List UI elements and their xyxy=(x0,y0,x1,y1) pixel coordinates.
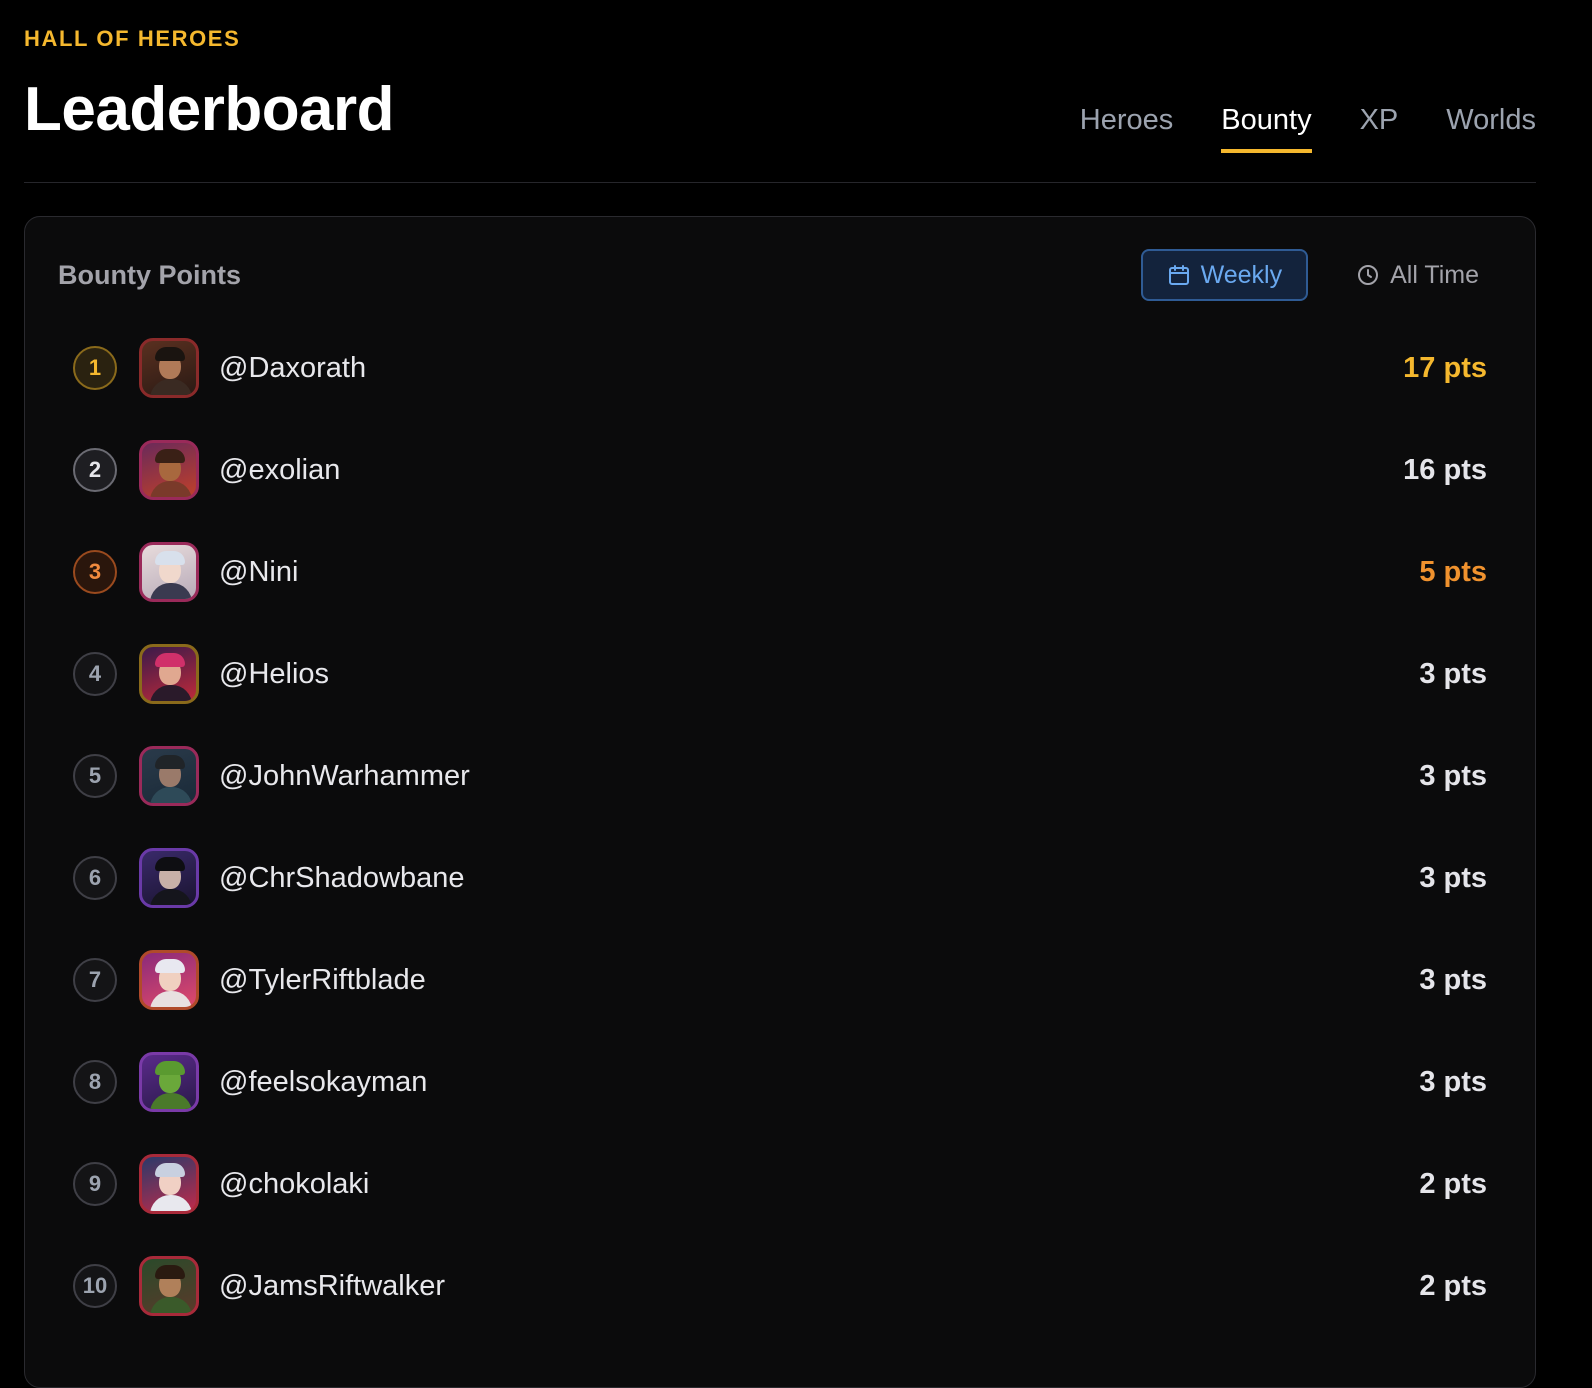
points-value: 3 pts xyxy=(1419,861,1487,894)
avatar[interactable] xyxy=(139,644,199,704)
avatar[interactable] xyxy=(139,1052,199,1112)
avatar[interactable] xyxy=(139,440,199,500)
username[interactable]: @Nini xyxy=(219,556,298,589)
eyebrow-label: HALL OF HEROES xyxy=(24,26,241,51)
points-value: 5 pts xyxy=(1419,555,1487,588)
leaderboard-row[interactable]: 3 @Nini 5 pts xyxy=(73,537,1487,607)
page-title: Leaderboard xyxy=(24,75,395,144)
rank-badge: 5 xyxy=(73,754,117,798)
username[interactable]: @Helios xyxy=(219,658,329,691)
leaderboard-row[interactable]: 2 @exolian 16 pts xyxy=(73,435,1487,505)
tab-heroes[interactable]: Heroes xyxy=(1080,104,1174,153)
rank-badge: 2 xyxy=(73,448,117,492)
tab-xp[interactable]: XP xyxy=(1360,104,1399,153)
leaderboard-row[interactable]: 8 @feelsokayman 3 pts xyxy=(73,1047,1487,1117)
leaderboard-row[interactable]: 4 @Helios 3 pts xyxy=(73,639,1487,709)
all-time-label: All Time xyxy=(1390,260,1479,289)
period-toggle: Weekly All Time xyxy=(1140,249,1505,301)
rank-badge: 1 xyxy=(73,346,117,390)
panel-title: Bounty Points xyxy=(58,260,241,290)
avatar[interactable] xyxy=(139,746,199,806)
avatar[interactable] xyxy=(139,848,199,908)
rank-badge: 6 xyxy=(73,856,117,900)
bounty-panel: Bounty Points Weekly All Time 1 @Daxorat… xyxy=(24,216,1536,1388)
avatar[interactable] xyxy=(139,338,199,398)
tab-worlds[interactable]: Worlds xyxy=(1446,104,1536,153)
tab-bounty[interactable]: Bounty xyxy=(1221,104,1312,153)
username[interactable]: @chokolaki xyxy=(219,1168,369,1201)
avatar[interactable] xyxy=(139,950,199,1010)
avatar[interactable] xyxy=(139,1154,199,1214)
username[interactable]: @ChrShadowbane xyxy=(219,862,464,895)
points-value: 2 pts xyxy=(1419,1269,1487,1302)
header-divider xyxy=(24,182,1536,183)
leaderboard-row[interactable]: 6 @ChrShadowbane 3 pts xyxy=(73,843,1487,913)
leaderboard-tabs: Heroes Bounty XP Worlds xyxy=(1080,104,1536,153)
username[interactable]: @TylerRiftblade xyxy=(219,964,426,997)
points-value: 3 pts xyxy=(1419,963,1487,996)
avatar[interactable] xyxy=(139,1256,199,1316)
points-value: 3 pts xyxy=(1419,1065,1487,1098)
leaderboard-row[interactable]: 9 @chokolaki 2 pts xyxy=(73,1149,1487,1219)
rank-badge: 10 xyxy=(73,1264,117,1308)
leaderboard-row[interactable]: 1 @Daxorath 17 pts xyxy=(73,333,1487,403)
clock-icon xyxy=(1358,265,1379,285)
all-time-button[interactable]: All Time xyxy=(1330,249,1505,301)
username[interactable]: @feelsokayman xyxy=(219,1066,427,1099)
username[interactable]: @exolian xyxy=(219,454,340,487)
username[interactable]: @JohnWarhammer xyxy=(219,760,470,793)
rank-badge: 8 xyxy=(73,1060,117,1104)
weekly-label: Weekly xyxy=(1200,260,1283,289)
rank-badge: 4 xyxy=(73,652,117,696)
weekly-button[interactable]: Weekly xyxy=(1140,249,1309,301)
points-value: 16 pts xyxy=(1403,453,1487,486)
username[interactable]: @Daxorath xyxy=(219,352,366,385)
rank-badge: 9 xyxy=(73,1162,117,1206)
points-value: 2 pts xyxy=(1419,1167,1487,1200)
rank-badge: 7 xyxy=(73,958,117,1002)
avatar[interactable] xyxy=(139,542,199,602)
leaderboard-row[interactable]: 10 @JamsRiftwalker 2 pts xyxy=(73,1251,1487,1321)
points-value: 3 pts xyxy=(1419,759,1487,792)
calendar-icon xyxy=(1168,265,1189,285)
rank-badge: 3 xyxy=(73,550,117,594)
username[interactable]: @JamsRiftwalker xyxy=(219,1270,445,1303)
leaderboard-row[interactable]: 5 @JohnWarhammer 3 pts xyxy=(73,741,1487,811)
points-value: 3 pts xyxy=(1419,657,1487,690)
leaderboard-row[interactable]: 7 @TylerRiftblade 3 pts xyxy=(73,945,1487,1015)
points-value: 17 pts xyxy=(1403,351,1487,384)
